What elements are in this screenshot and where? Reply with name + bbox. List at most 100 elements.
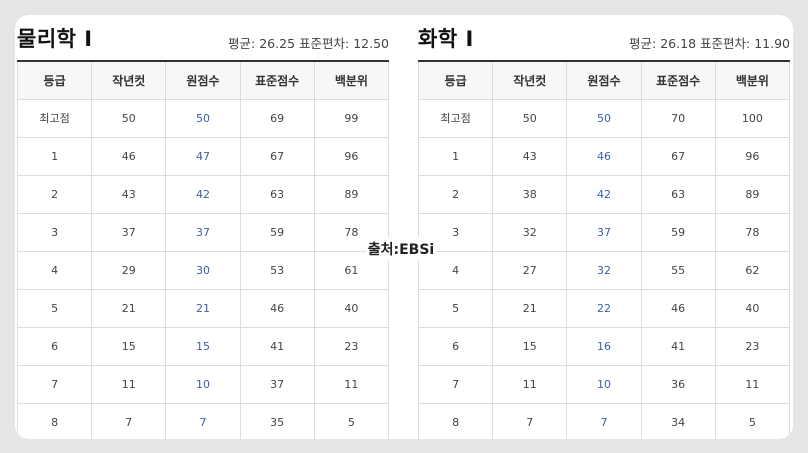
table-cell: 8	[417, 402, 494, 439]
table-cell: 32	[492, 212, 568, 252]
table-cell: 37	[91, 212, 167, 252]
table-cell: 50	[91, 98, 167, 138]
table-cell: 46	[239, 288, 315, 328]
table-cell: 50	[566, 98, 642, 138]
table-cell: 46	[640, 288, 716, 328]
table-row: 7 11 10 36 11	[417, 364, 791, 404]
table-cell: 10	[165, 364, 241, 404]
table-cell: 67	[239, 136, 315, 176]
table-cell: 21	[492, 288, 568, 328]
table-header-row: 등급 작년컷 원점수 표준점수 백분위	[417, 60, 791, 100]
grade-cut-table: 등급 작년컷 원점수 표준점수 백분위 최고점 50 50 70 100 1 43 46 67 9…	[417, 60, 791, 439]
table-cell: 43	[492, 136, 568, 176]
standard-deviation: 표준편차: 11.90	[700, 36, 790, 51]
score-stats: 평균: 26.25 표준편차: 12.50	[228, 33, 389, 52]
column-header: 백분위	[313, 60, 390, 100]
table-cell: 5	[417, 288, 494, 328]
mean-score: 평균: 26.25	[228, 36, 296, 51]
table-cell: 27	[492, 250, 568, 290]
column-header: 원점수	[165, 60, 241, 100]
table-cell: 21	[165, 288, 241, 328]
table-cell: 34	[640, 402, 716, 439]
table-cell: 최고점	[417, 98, 494, 138]
column-header: 등급	[417, 60, 494, 100]
table-cell: 1	[16, 136, 93, 176]
table-cell: 7	[165, 402, 241, 439]
table-cell: 6	[16, 326, 93, 366]
table-row: 5 21 21 46 40	[16, 288, 390, 328]
table-cell: 29	[91, 250, 167, 290]
table-cell: 5	[714, 402, 791, 439]
table-cell: 46	[91, 136, 167, 176]
table-cell: 99	[313, 98, 390, 138]
table-cell: 36	[640, 364, 716, 404]
table-row: 최고점 50 50 70 100	[417, 98, 791, 138]
table-cell: 최고점	[16, 98, 93, 138]
table-cell: 40	[313, 288, 390, 328]
table-cell: 69	[239, 98, 315, 138]
column-header: 작년컷	[492, 60, 568, 100]
table-cell: 67	[640, 136, 716, 176]
table-cell: 10	[566, 364, 642, 404]
table-cell: 23	[313, 326, 390, 366]
table-row: 8 7 7 35 5	[16, 402, 390, 439]
table-cell: 1	[417, 136, 494, 176]
table-cell: 40	[714, 288, 791, 328]
table-cell: 89	[714, 174, 791, 214]
column-header: 표준점수	[239, 60, 315, 100]
table-row: 1 46 47 67 96	[16, 136, 390, 176]
table-cell: 7	[16, 364, 93, 404]
table-cell: 100	[714, 98, 791, 138]
table-row: 2 38 42 63 89	[417, 174, 791, 214]
table-cell: 11	[313, 364, 390, 404]
table-cell: 30	[165, 250, 241, 290]
table-row: 최고점 50 50 69 99	[16, 98, 390, 138]
column-header: 원점수	[566, 60, 642, 100]
table-cell: 41	[640, 326, 716, 366]
source-watermark: 출처:EBSi	[366, 237, 436, 261]
table-cell: 15	[492, 326, 568, 366]
table-cell: 41	[239, 326, 315, 366]
table-cell: 89	[313, 174, 390, 214]
table-cell: 3	[16, 212, 93, 252]
column-header: 등급	[16, 60, 93, 100]
table-cell: 8	[16, 402, 93, 439]
table-cell: 5	[16, 288, 93, 328]
table-cell: 11	[492, 364, 568, 404]
table-cell: 62	[714, 250, 791, 290]
column-header: 백분위	[714, 60, 791, 100]
table-cell: 6	[417, 326, 494, 366]
table-row: 2 43 42 63 89	[16, 174, 390, 214]
score-stats: 평균: 26.18 표준편차: 11.90	[629, 33, 790, 52]
table-cell: 63	[640, 174, 716, 214]
table-cell: 70	[640, 98, 716, 138]
table-row: 8 7 7 34 5	[417, 402, 791, 439]
table-cell: 4	[16, 250, 93, 290]
table-cell: 63	[239, 174, 315, 214]
table-row: 7 11 10 37 11	[16, 364, 390, 404]
table-header-row: 등급 작년컷 원점수 표준점수 백분위	[16, 60, 390, 100]
chemistry-panel: 화학 Ⅰ 평균: 26.18 표준편차: 11.90 등급 작년컷 원점수 표준…	[417, 15, 791, 439]
table-cell: 96	[313, 136, 390, 176]
table-cell: 16	[566, 326, 642, 366]
table-cell: 59	[239, 212, 315, 252]
table-cell: 11	[91, 364, 167, 404]
table-row: 4 29 30 53 61	[16, 250, 390, 290]
content-card: 물리학 Ⅰ 평균: 26.25 표준편차: 12.50 등급 작년컷 원점수 표…	[15, 15, 793, 439]
table-row: 4 27 32 55 62	[417, 250, 791, 290]
table-cell: 43	[91, 174, 167, 214]
table-row: 6 15 15 41 23	[16, 326, 390, 366]
panel-header: 화학 Ⅰ 평균: 26.18 표준편차: 11.90	[418, 15, 790, 60]
table-cell: 7	[492, 402, 568, 439]
table-cell: 37	[165, 212, 241, 252]
mean-score: 평균: 26.18	[629, 36, 697, 51]
table-cell: 11	[714, 364, 791, 404]
physics-panel: 물리학 Ⅰ 평균: 26.25 표준편차: 12.50 등급 작년컷 원점수 표…	[16, 15, 390, 439]
panel-header: 물리학 Ⅰ 평균: 26.25 표준편차: 12.50	[17, 15, 389, 60]
table-row: 3 37 37 59 78	[16, 212, 390, 252]
table-cell: 35	[239, 402, 315, 439]
table-cell: 50	[492, 98, 568, 138]
table-cell: 23	[714, 326, 791, 366]
table-cell: 50	[165, 98, 241, 138]
table-cell: 78	[714, 212, 791, 252]
